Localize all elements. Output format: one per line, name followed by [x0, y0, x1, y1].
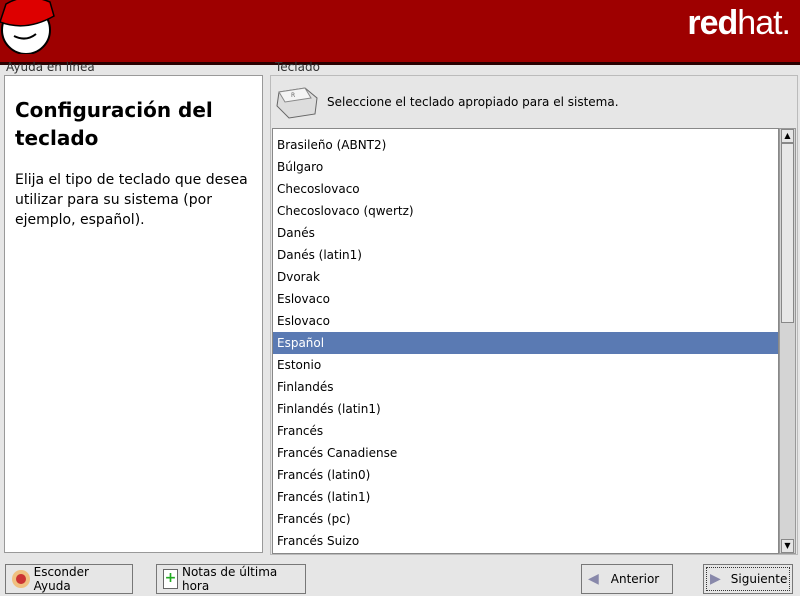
notes-add-icon: + [163, 569, 178, 589]
header-banner: redhat. [0, 0, 800, 65]
keyboard-option[interactable]: Francés Canadiense [273, 442, 778, 464]
arrow-right-icon: ▶ [710, 571, 721, 587]
keyboard-option[interactable]: Estonio [273, 354, 778, 376]
next-button[interactable]: ▶ Siguiente [703, 564, 793, 594]
keyboard-option[interactable]: Español [273, 332, 778, 354]
arrow-left-icon: ◀ [588, 571, 599, 587]
scrollbar-thumb[interactable] [781, 143, 794, 323]
keyboard-list[interactable]: Brasileño (ABNT2) Búlgaro Checoslovaco Chec… [272, 128, 779, 554]
keyboard-option[interactable]: Brasileño (ABNT2) [273, 134, 778, 156]
help-panel: Configuración del teclado Elija el tipo … [4, 75, 263, 553]
keyboard-option[interactable]: Checoslovaco [273, 178, 778, 200]
help-label: Ayuda en línea [6, 60, 95, 74]
keyboard-option[interactable]: Finlandés (latin1) [273, 398, 778, 420]
keyboard-label: Teclado [275, 60, 320, 74]
keyboard-option[interactable]: Eslovaco [273, 288, 778, 310]
shadowman-logo [0, 0, 55, 54]
keyboard-option[interactable]: Búlgaro [273, 156, 778, 178]
list-scrollbar[interactable]: ▲ ▼ [779, 128, 796, 554]
release-notes-button[interactable]: + Notas de última hora [156, 564, 306, 594]
lifebuoy-icon [12, 570, 30, 588]
back-button[interactable]: ◀ Anterior [581, 564, 673, 594]
keyboard-prompt: Seleccione el teclado apropiado para el … [327, 95, 619, 109]
keyboard-option[interactable]: Francés (latin0) [273, 464, 778, 486]
keyboard-option[interactable]: Finlandés [273, 376, 778, 398]
keyboard-option[interactable]: Danés (latin1) [273, 244, 778, 266]
keyboard-option[interactable]: Danés [273, 222, 778, 244]
hide-help-button[interactable]: Esconder Ayuda [5, 564, 133, 594]
svg-text:R: R [291, 92, 295, 99]
keyboard-option[interactable]: Francés [273, 420, 778, 442]
scroll-up-button[interactable]: ▲ [781, 129, 794, 143]
keyboard-key-icon: R [276, 87, 318, 119]
keyboard-option[interactable]: Dvorak [273, 266, 778, 288]
keyboard-option[interactable]: Checoslovaco (qwertz) [273, 200, 778, 222]
redhat-wordmark: redhat. [687, 4, 791, 42]
help-body: Elija el tipo de teclado que desea utili… [15, 172, 248, 228]
keyboard-option[interactable]: Francés (pc) [273, 508, 778, 530]
scroll-down-button[interactable]: ▼ [781, 539, 794, 553]
keyboard-option[interactable]: Francés (latin1) [273, 486, 778, 508]
keyboard-option[interactable]: Francés Suizo [273, 530, 778, 552]
keyboard-option[interactable]: Eslovaco [273, 310, 778, 332]
help-title: Configuración del teclado [15, 98, 213, 150]
